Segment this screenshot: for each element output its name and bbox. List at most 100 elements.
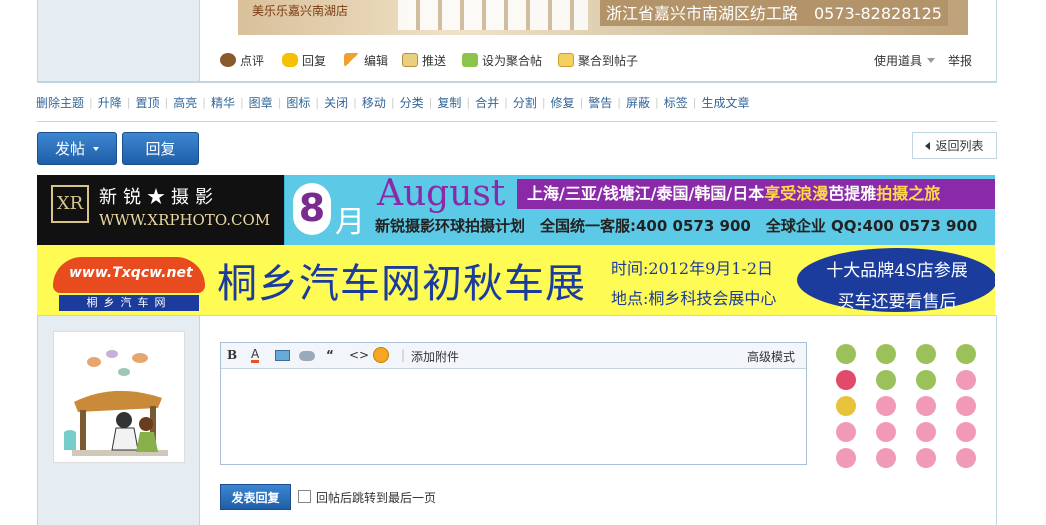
smiley-item[interactable] (876, 396, 896, 416)
car-show-place: 地点:桐乡科技会展中心 (611, 289, 777, 308)
back-to-list-button[interactable]: 返回列表 (912, 132, 997, 159)
link-icon[interactable] (299, 351, 315, 361)
smiley-item[interactable] (916, 344, 936, 364)
use-tools-dropdown[interactable]: 使用道具 (874, 50, 936, 70)
back-to-list-label: 返回列表 (935, 139, 984, 153)
smiley-item[interactable] (836, 396, 856, 416)
comment-button[interactable]: 点评 (220, 50, 264, 70)
chevron-down-icon (927, 57, 936, 63)
smiley-item[interactable] (916, 396, 936, 416)
top-ad-store: 美乐乐嘉兴南湖店 (252, 4, 349, 18)
mod-link[interactable]: 分类 (400, 94, 424, 111)
reply-button[interactable]: 回复 (122, 132, 199, 165)
smilies-panel (836, 344, 986, 474)
smiley-item[interactable] (876, 344, 896, 364)
reply-textarea[interactable] (221, 369, 806, 464)
report-link[interactable]: 举报 (948, 50, 972, 70)
post-action-bar: 点评 回复 编辑 推送 设为聚合帖 聚合到帖子 使用道具 举报 (220, 50, 980, 70)
month-number: 8 (293, 183, 331, 235)
smiley-item[interactable] (876, 370, 896, 390)
set-aggregate-button[interactable]: 设为聚合帖 (462, 50, 542, 70)
post-top-block: 美乐乐嘉兴南湖店 浙江省嘉兴市南湖区纺工路 0573-82828125 点评 回… (37, 0, 997, 83)
new-post-button[interactable]: 发帖 (37, 132, 117, 165)
mod-link[interactable]: 关闭 (324, 94, 348, 111)
car-show-title: 桐乡汽车网初秋车展 (217, 261, 586, 307)
reply-editor: B A “ <> | 添加附件 高级模式 (220, 342, 807, 465)
smiley-item[interactable] (876, 422, 896, 442)
sofa-image (398, 0, 588, 30)
studio-logo-mark: XR (51, 185, 89, 223)
action-label: 设为聚合帖 (482, 53, 543, 68)
caret-down-icon (93, 146, 99, 151)
smiley-item[interactable] (876, 448, 896, 468)
mod-link[interactable]: 标签 (664, 94, 688, 111)
mod-link[interactable]: 警告 (588, 94, 612, 111)
destinations-tail: 芭提雅 (828, 184, 877, 203)
smiley-item[interactable] (916, 448, 936, 468)
mod-link[interactable]: 置顶 (135, 94, 159, 111)
smiley-item[interactable] (916, 370, 936, 390)
arrow-left-icon (925, 141, 931, 150)
reply-sidebar (38, 316, 200, 525)
top-ad-banner[interactable]: 美乐乐嘉兴南湖店 浙江省嘉兴市南湖区纺工路 0573-82828125 (238, 0, 968, 35)
jump-to-last-page-checkbox[interactable] (298, 490, 311, 503)
smiley-item[interactable] (836, 370, 856, 390)
action-label: 回复 (302, 53, 327, 68)
mod-link[interactable]: 移动 (362, 94, 386, 111)
action-label: 推送 (422, 53, 447, 68)
mod-link[interactable]: 高亮 (173, 94, 197, 111)
bold-button[interactable]: B (227, 348, 237, 362)
smiley-item[interactable] (916, 422, 936, 442)
studio-promo: 8 月 August 上海/三亚/钱塘江/泰国/韩国/日本享受浪漫芭提雅拍摄之旅… (285, 175, 995, 245)
mod-link[interactable]: 合并 (475, 94, 499, 111)
mod-link[interactable]: 屏蔽 (626, 94, 650, 111)
reply-label: 回复 (145, 140, 176, 158)
reply-action-button[interactable]: 回复 (282, 50, 326, 70)
mod-link[interactable]: 修复 (551, 94, 575, 111)
quick-reply-area: B A “ <> | 添加附件 高级模式 发表回复 回帖后跳转到最后一页 (37, 315, 997, 525)
studio-url: WWW.XRPHOTO.COM (99, 211, 271, 229)
car-site-url: www.Txqcw.net (69, 265, 193, 281)
smiley-item[interactable] (956, 344, 976, 364)
mod-link[interactable]: 删除主题 (36, 94, 84, 111)
use-tools-label: 使用道具 (874, 53, 923, 68)
edit-button[interactable]: 编辑 (344, 50, 388, 70)
mod-link[interactable]: 图标 (286, 94, 310, 111)
note-icon (558, 53, 574, 67)
smiley-item[interactable] (956, 370, 976, 390)
oval-line-1: 十大品牌4S店参展 (826, 261, 968, 281)
font-color-button[interactable]: A (251, 348, 260, 363)
mod-link[interactable]: 精华 (211, 94, 235, 111)
image-icon[interactable] (275, 350, 290, 361)
action-label: 点评 (240, 53, 265, 68)
pencil-icon (344, 53, 360, 67)
mod-link[interactable]: 分割 (513, 94, 537, 111)
car-site-cn: 桐乡汽车网 (59, 295, 199, 311)
push-button[interactable]: 推送 (402, 50, 446, 70)
mod-link[interactable]: 图章 (249, 94, 273, 111)
aggregate-to-post-button[interactable]: 聚合到帖子 (558, 50, 638, 70)
month-cn: 月 (335, 205, 365, 240)
oval-line-2: 买车还要看售后 (837, 292, 957, 312)
add-attachment-button[interactable]: 添加附件 (411, 348, 459, 365)
mod-link[interactable]: 生成文章 (701, 94, 749, 111)
smiley-item[interactable] (956, 422, 976, 442)
aggregate-icon (462, 53, 478, 67)
new-post-label: 发帖 (54, 140, 85, 158)
quote-icon[interactable]: “ (326, 348, 334, 362)
photo-studio-banner[interactable]: XR 新锐★摄影 WWW.XRPHOTO.COM 8 月 August 上海/三… (37, 175, 995, 245)
code-icon[interactable]: <> (349, 348, 369, 362)
smiley-item[interactable] (956, 448, 976, 468)
smiley-item[interactable] (836, 448, 856, 468)
mod-link[interactable]: 升降 (98, 94, 122, 111)
smiley-item[interactable] (836, 422, 856, 442)
submit-reply-button[interactable]: 发表回复 (220, 484, 291, 510)
smiley-item[interactable] (836, 344, 856, 364)
advanced-mode-link[interactable]: 高级模式 (747, 348, 795, 365)
report-label: 举报 (948, 53, 973, 68)
smiley-item[interactable] (956, 396, 976, 416)
mod-link[interactable]: 复制 (437, 94, 461, 111)
car-show-banner[interactable]: www.Txqcw.net 桐乡汽车网 桐乡汽车网初秋车展 时间:2012年9月… (37, 245, 995, 315)
divider (37, 121, 997, 122)
smiley-icon[interactable] (373, 347, 389, 363)
